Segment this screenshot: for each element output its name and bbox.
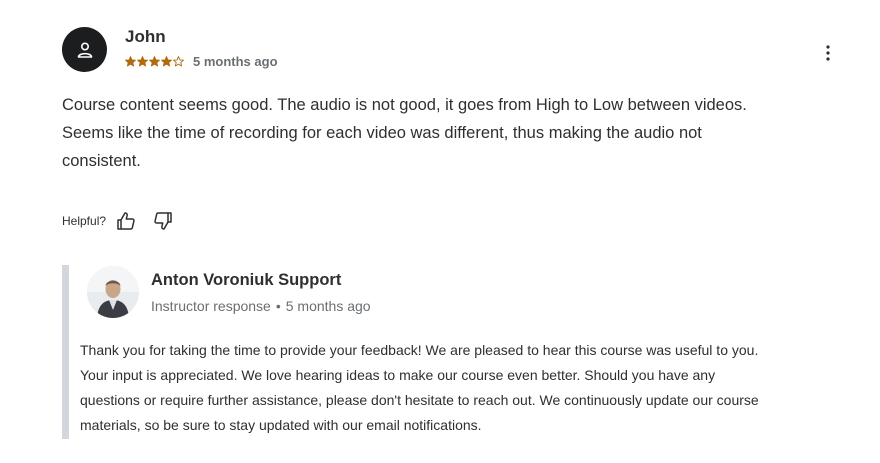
response-time: 5 months ago xyxy=(285,298,371,314)
star-filled-icon xyxy=(125,55,136,66)
reviewer-name: John xyxy=(125,27,166,46)
reviewer-avatar xyxy=(62,27,107,72)
instructor-response: Anton Voroniuk Support Instructor respon… xyxy=(62,265,789,439)
response-text: Thank you for taking the time to provide… xyxy=(80,342,759,433)
thumbs-up-icon xyxy=(117,212,135,230)
more-vertical-icon xyxy=(826,45,830,61)
star-filled-icon xyxy=(161,55,172,66)
responder-photo-image xyxy=(87,266,139,318)
review-text: Course content seems good. The audio is … xyxy=(62,96,747,170)
responder-avatar xyxy=(87,266,139,318)
thumbs-down-button[interactable] xyxy=(151,209,175,233)
review-card: John 5 months ago Course content seems g… xyxy=(0,0,880,463)
meta-separator: • xyxy=(275,298,281,314)
response-meta: Instructor response • 5 months ago xyxy=(151,297,371,315)
more-options-button[interactable] xyxy=(817,42,839,64)
instructor-response-label: Instructor response xyxy=(151,298,271,314)
thumbs-up-button[interactable] xyxy=(114,209,138,233)
user-icon xyxy=(77,41,92,58)
star-filled-icon xyxy=(149,55,160,66)
helpful-row: Helpful? xyxy=(62,208,175,234)
helpful-label: Helpful? xyxy=(62,214,107,228)
responder-name: Anton Voroniuk Support xyxy=(151,271,342,289)
star-filled-icon xyxy=(137,55,148,66)
star-empty-icon xyxy=(173,55,184,66)
star-rating xyxy=(125,55,184,67)
review-time: 5 months ago xyxy=(193,53,278,69)
rating-row: 5 months ago xyxy=(125,52,278,70)
thumbs-down-icon xyxy=(154,212,172,230)
